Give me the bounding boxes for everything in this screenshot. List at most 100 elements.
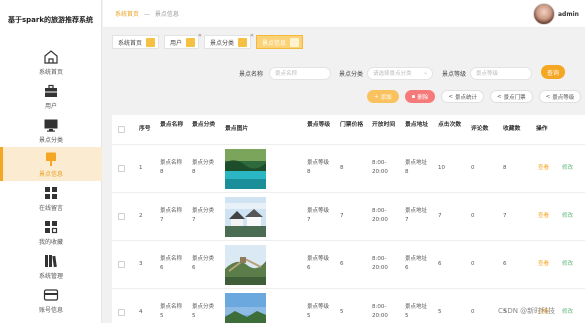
sidebar-item-scenic-info[interactable]: 景点信息	[0, 147, 102, 181]
row-clicks: 7	[438, 213, 442, 219]
row-checkbox[interactable]	[118, 261, 125, 268]
table-row: 1 景点名称8 景点分类8 景点等级8 8 8:00-20:00 景点地址8 1…	[112, 145, 585, 193]
id-card-icon	[43, 288, 59, 301]
app: 基于spark的旅游推荐系统 系统首页 用户 景点分类 景点信息 在线留言 我的…	[0, 0, 585, 323]
close-icon[interactable]: ✕	[198, 33, 202, 39]
table-row: 3 景点名称6 景点分类6 景点等级6 6 8:00-20:00 景点地址6 6…	[112, 241, 585, 289]
view-link[interactable]: 查看	[538, 260, 549, 269]
col-operations: 操作	[536, 126, 548, 132]
col-comments: 评论数	[471, 126, 489, 132]
row-time: 8:00-20:00	[372, 208, 388, 223]
home-icon	[44, 49, 58, 64]
scenic-thumbnail	[225, 245, 266, 285]
breadcrumb-home[interactable]: 系统首页	[115, 11, 139, 18]
row-checkbox[interactable]	[118, 165, 125, 172]
sidebar-item-category[interactable]: 景点分类	[0, 113, 102, 147]
edit-link[interactable]: 修改	[562, 260, 573, 269]
grid-icon	[45, 186, 57, 199]
row-name: 景点名称6	[160, 256, 183, 271]
apps-icon	[45, 220, 58, 233]
share-icon: <	[497, 93, 502, 100]
chevron-down-icon: ⌄	[423, 68, 429, 76]
row-address: 景点地址5	[405, 304, 428, 319]
sidebar-nav: 系统首页 用户 景点分类 景点信息 在线留言 我的收藏 系统管理 账号信息	[0, 45, 102, 317]
edit-link[interactable]: 修改	[562, 212, 573, 221]
sidebar: 基于spark的旅游推荐系统 系统首页 用户 景点分类 景点信息 在线留言 我的…	[0, 0, 102, 323]
close-icon[interactable]: ✕	[250, 33, 254, 39]
search-button[interactable]: 查询	[541, 65, 565, 79]
view-link[interactable]: 查看	[538, 212, 549, 221]
name-input[interactable]: 景点名称	[269, 66, 332, 80]
tab-label: 景点信息	[262, 39, 287, 47]
row-time: 8:00-20:00	[372, 160, 388, 175]
stat-button-3[interactable]: < 景点等级	[538, 90, 582, 103]
tab-users[interactable]: 用户 ✕	[164, 33, 202, 49]
stat-button-1[interactable]: < 景点统计	[441, 90, 484, 103]
tab-square-icon	[290, 37, 300, 47]
tab-square-icon	[238, 37, 248, 47]
col-address: 景点地址	[405, 122, 429, 128]
row-name: 景点名称8	[160, 160, 183, 175]
tab-category[interactable]: 景点分类 ✕	[204, 33, 254, 49]
row-level: 景点等级5	[307, 304, 330, 319]
tab-label: 景点分类	[210, 39, 235, 47]
table-header: 序号 景点名称 景点分类 景点图片 景点等级 门票价格 开放时间 景点地址 点击…	[112, 115, 585, 145]
name-label: 景点名称	[239, 70, 264, 78]
row-comments: 0	[471, 213, 475, 219]
view-link[interactable]: 查看	[538, 164, 549, 173]
sidebar-item-users[interactable]: 用户	[0, 79, 102, 113]
row-index: 2	[139, 213, 143, 219]
col-price: 门票价格	[340, 122, 364, 128]
watermark: CSDN @新时科技	[498, 307, 556, 315]
col-time: 开放时间	[372, 122, 396, 128]
stat-button-2[interactable]: < 景点门票	[490, 90, 533, 103]
row-level: 景点等级6	[307, 256, 330, 271]
avatar[interactable]	[533, 3, 555, 25]
row-index: 1	[139, 165, 143, 171]
tab-label: 用户	[170, 39, 183, 47]
add-button[interactable]: + 添加	[367, 90, 399, 103]
col-index: 序号	[139, 126, 151, 132]
row-checkbox[interactable]	[118, 309, 125, 316]
sidebar-item-label: 我的收藏	[38, 238, 63, 246]
col-favorites: 收藏数	[503, 126, 521, 132]
tab-scenic-info[interactable]: 景点信息	[256, 35, 304, 49]
top-header: 系统首页 — 景点信息 admin	[103, 0, 585, 28]
sidebar-item-home[interactable]: 系统首页	[0, 45, 102, 79]
brush-icon	[46, 152, 56, 166]
row-price: 6	[340, 261, 344, 267]
row-favorites: 7	[503, 213, 507, 219]
col-name: 景点名称	[160, 122, 184, 128]
sidebar-item-favorites[interactable]: 我的收藏	[0, 215, 102, 249]
edit-link[interactable]: 修改	[562, 308, 573, 317]
sidebar-item-account[interactable]: 账号信息	[0, 283, 102, 317]
row-clicks: 6	[438, 261, 442, 267]
row-index: 4	[139, 309, 143, 315]
breadcrumb: 系统首页 — 景点信息	[115, 9, 179, 18]
row-clicks: 10	[438, 165, 445, 171]
sidebar-item-system[interactable]: 系统管理	[0, 249, 102, 283]
edit-link[interactable]: 修改	[562, 164, 573, 173]
category-select[interactable]: 请选择景点分类 ⌄	[367, 66, 434, 80]
tab-home[interactable]: 系统首页	[112, 35, 160, 49]
tab-square-icon	[186, 37, 196, 47]
select-all-checkbox[interactable]	[118, 126, 125, 133]
sidebar-item-messages[interactable]: 在线留言	[0, 181, 102, 215]
col-clicks: 点击次数	[438, 122, 462, 128]
level-label: 景点等级	[442, 70, 467, 78]
delete-button[interactable]: ▪ 删除	[404, 90, 436, 103]
scenic-thumbnail	[225, 293, 266, 323]
col-image: 景点图片	[225, 126, 249, 132]
row-favorites: 8	[503, 165, 507, 171]
username[interactable]: admin	[558, 11, 579, 18]
action-bar: + 添加 ▪ 删除 < 景点统计 < 景点门票 < 景点等级	[367, 90, 582, 104]
level-input[interactable]: 景点等级	[470, 66, 533, 80]
row-index: 3	[139, 261, 143, 267]
row-time: 8:00-20:00	[372, 304, 388, 319]
row-name: 景点名称7	[160, 208, 183, 223]
row-comments: 0	[471, 165, 475, 171]
row-level: 景点等级8	[307, 160, 330, 175]
row-time: 8:00-20:00	[372, 256, 388, 271]
row-checkbox[interactable]	[118, 213, 125, 220]
sidebar-item-label: 系统管理	[38, 272, 63, 280]
